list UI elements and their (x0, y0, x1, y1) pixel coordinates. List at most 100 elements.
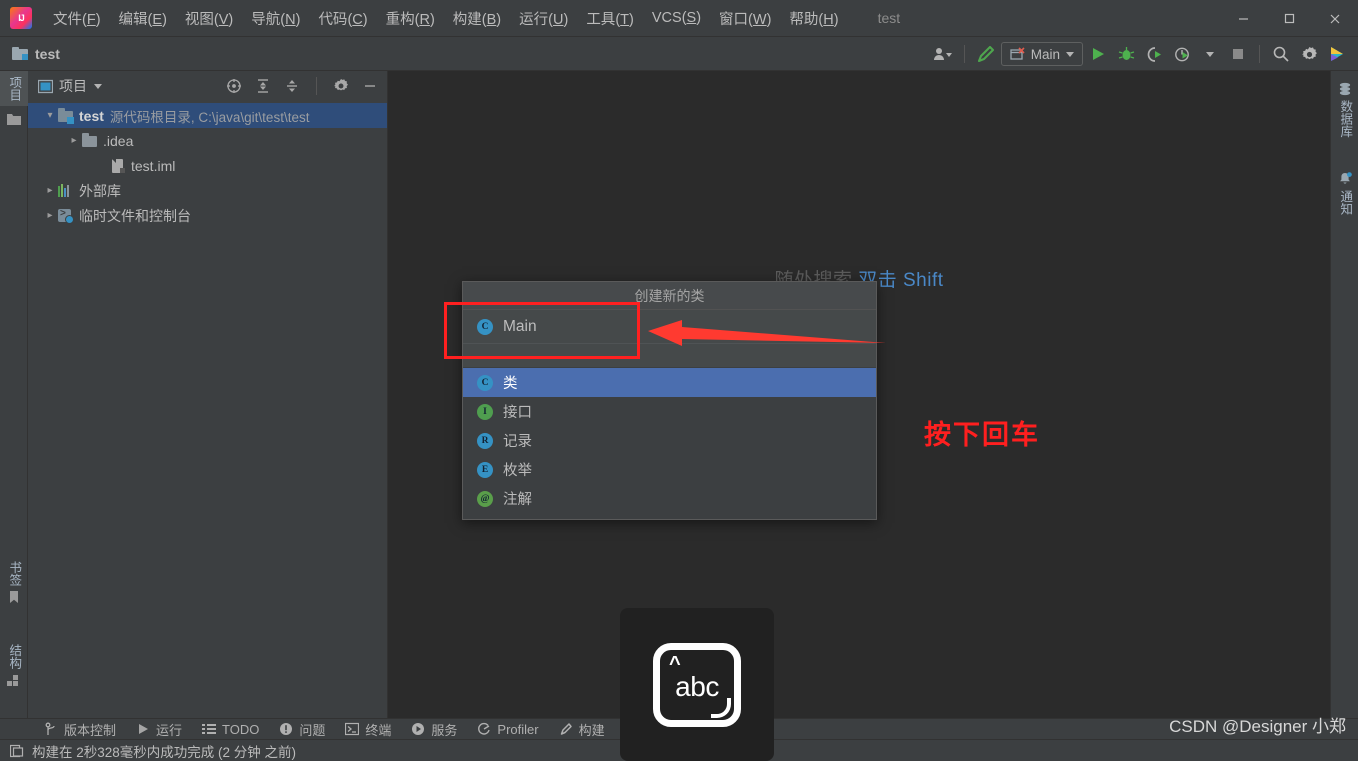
project-chip[interactable]: test (12, 46, 60, 62)
services-icon (411, 722, 425, 736)
menu-item-refactor[interactable]: 重构(R) (377, 4, 444, 33)
bottom-item-todo[interactable]: TODO (192, 719, 269, 740)
list-item-label: 枚举 (503, 463, 532, 479)
profiler-dropdown-chevron-icon[interactable] (1197, 41, 1223, 67)
folder-icon (7, 112, 21, 126)
toolbar-separator (1259, 45, 1260, 63)
project-folder-icon (12, 47, 28, 60)
collapse-all-icon[interactable] (281, 75, 303, 97)
sidebar-item-project[interactable]: 项目 (0, 71, 28, 106)
interface-badge-icon: I (477, 403, 493, 420)
shift-caret-glyph: ^ (669, 652, 681, 675)
toolbox-icon[interactable] (1324, 41, 1350, 67)
sidebar-item-bookmarks[interactable]: 书签 (0, 556, 28, 609)
annotation-badge-icon: @ (477, 490, 493, 507)
list-item-record[interactable]: R 记录 (463, 426, 876, 455)
locate-icon[interactable] (223, 75, 245, 97)
right-tool-strip: 数据库 通知 (1330, 71, 1358, 718)
chevron-right-icon[interactable]: ▸ (66, 135, 82, 146)
run-configuration-selector[interactable]: Main (1000, 42, 1083, 66)
menu-mnemonic: E (152, 11, 163, 28)
window-title: test (877, 10, 901, 26)
settings-gear-icon[interactable] (1296, 41, 1322, 67)
menu-label: 运行 (519, 11, 549, 28)
ime-swoosh-glyph (711, 697, 731, 718)
bottom-item-services[interactable]: 服务 (401, 719, 467, 740)
list-item-class[interactable]: C 类 (463, 368, 876, 397)
build-hammer-icon[interactable] (973, 41, 999, 67)
watermark-text: CSDN @Designer 小郑 (1169, 717, 1346, 736)
chevron-right-icon[interactable]: ▸ (42, 185, 58, 196)
minimize-button[interactable] (1220, 0, 1266, 37)
expand-all-icon[interactable] (252, 75, 274, 97)
bottom-item-label: 运行 (156, 722, 183, 738)
menu-label: 视图 (184, 11, 214, 28)
bottom-item-version-control[interactable]: 版本控制 (34, 719, 126, 740)
tree-node-label: 外部库 (79, 182, 121, 199)
bottom-item-problems[interactable]: 问题 (269, 719, 335, 740)
menu-mnemonic: W (752, 11, 767, 28)
search-icon[interactable] (1268, 41, 1294, 67)
maximize-button[interactable] (1266, 0, 1312, 37)
sidebar-item-structure[interactable]: 结构 (0, 639, 28, 692)
event-log-icon[interactable] (9, 744, 24, 758)
menu-item-tools[interactable]: 工具(T) (577, 4, 643, 33)
vcs-branch-icon (44, 722, 58, 736)
menu-item-vcs[interactable]: VCS(S) (643, 6, 710, 30)
bottom-item-build[interactable]: 构建 (549, 719, 615, 740)
chevron-down-icon[interactable] (94, 83, 102, 89)
bottom-item-profiler[interactable]: Profiler (467, 719, 548, 740)
profiler-icon[interactable] (1169, 41, 1195, 67)
sidebar-item-label: 通知 (1338, 190, 1353, 215)
bottom-item-run[interactable]: 运行 (126, 719, 192, 740)
sidebar-item-notifications[interactable]: 通知 (1331, 167, 1358, 220)
stop-icon[interactable] (1225, 41, 1251, 67)
chevron-down-icon[interactable]: ▾ (42, 110, 58, 121)
left-tool-strip: 项目 书签 结构 (0, 71, 28, 718)
project-chip-label: test (35, 45, 60, 62)
run-icon[interactable] (1085, 41, 1111, 67)
run-icon (136, 722, 150, 736)
sidebar-item-folder[interactable] (0, 107, 28, 131)
bottom-item-terminal[interactable]: 终端 (335, 719, 401, 740)
menu-item-code[interactable]: 代码(C) (309, 4, 376, 33)
tree-node-scratches-and-consoles[interactable]: ▸ 临时文件和控制台 (28, 203, 387, 228)
sidebar-item-database[interactable]: 数据库 (1331, 77, 1358, 143)
tree-node-test-iml[interactable]: test.iml (28, 153, 387, 178)
menu-item-edit[interactable]: 编辑(E) (110, 4, 176, 33)
menu-item-help[interactable]: 帮助(H) (780, 4, 847, 33)
menu-item-file[interactable]: 文件(F) (44, 4, 110, 33)
terminal-icon (345, 722, 360, 736)
menu-item-build[interactable]: 构建(B) (444, 4, 510, 33)
hide-tool-window-icon[interactable] (359, 75, 381, 97)
tree-node-test[interactable]: ▾ test 源代码根目录, C:\java\git\test\test (28, 103, 387, 128)
tree-node-idea[interactable]: ▸ .idea (28, 128, 387, 153)
window-controls (1220, 0, 1358, 37)
menu-label: 导航 (251, 11, 281, 28)
toolbar-separator (963, 45, 965, 63)
list-item-enum[interactable]: E 枚举 (463, 455, 876, 484)
sidebar-item-label: 书签 (7, 561, 22, 586)
menu-item-window[interactable]: 窗口(W) (710, 4, 780, 33)
bottom-item-label: 版本控制 (64, 722, 117, 738)
bottom-item-label: 终端 (365, 722, 392, 738)
debug-icon[interactable] (1113, 41, 1139, 67)
menu-item-view[interactable]: 视图(V) (176, 4, 242, 33)
list-item-label: 注解 (503, 492, 532, 508)
project-tool-window-title: 项目 (59, 78, 87, 94)
list-item-annotation[interactable]: @ 注解 (463, 484, 876, 513)
account-icon[interactable] (930, 41, 956, 67)
close-button[interactable] (1312, 0, 1358, 37)
tree-node-external-libraries[interactable]: ▸ 外部库 (28, 178, 387, 203)
menu-item-navigate[interactable]: 导航(N) (242, 4, 309, 33)
menu-item-run[interactable]: 运行(U) (510, 4, 577, 33)
menu-label: 窗口 (719, 11, 749, 28)
menu-mnemonic: S (686, 10, 697, 26)
sidebar-item-label: 数据库 (1338, 100, 1353, 138)
menu-mnemonic: R (419, 11, 430, 28)
list-item-interface[interactable]: I 接口 (463, 397, 876, 426)
run-with-coverage-icon[interactable] (1141, 41, 1167, 67)
chevron-right-icon[interactable]: ▸ (42, 210, 58, 221)
settings-gear-icon[interactable] (330, 75, 352, 97)
list-item-label: 记录 (503, 434, 532, 450)
